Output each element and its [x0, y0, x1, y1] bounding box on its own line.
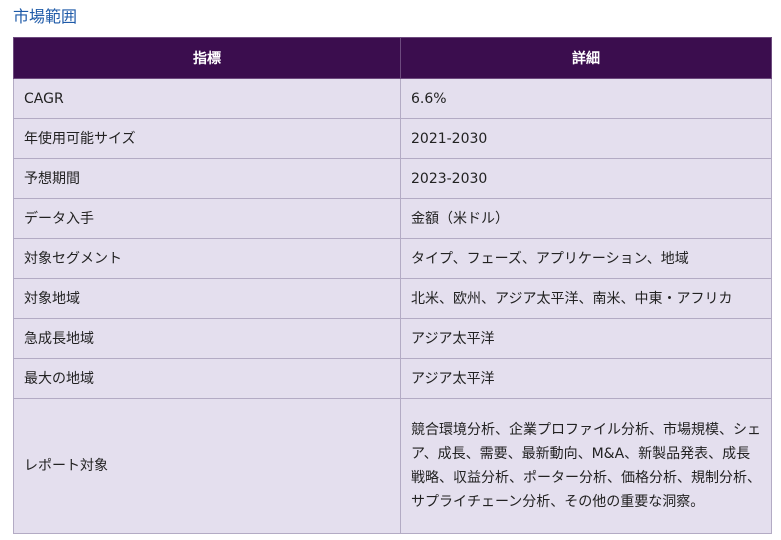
table-row: CAGR 6.6% [13, 78, 772, 119]
table-row: 最大の地域 アジア太平洋 [13, 358, 772, 399]
metric-cell: 対象セグメント [13, 238, 401, 279]
metric-cell: 最大の地域 [13, 358, 401, 399]
table-row: 予想期間 2023-2030 [13, 158, 772, 199]
table-row: 対象地域 北米、欧州、アジア太平洋、南米、中東・アフリカ [13, 278, 772, 319]
detail-cell: 金額（米ドル） [400, 198, 772, 239]
detail-cell: 2021-2030 [400, 118, 772, 159]
detail-cell: 競合環境分析、企業プロファイル分析、市場規模、シェア、成長、需要、最新動向、M&… [400, 398, 772, 534]
metric-cell: レポート対象 [13, 398, 401, 534]
detail-cell: タイプ、フェーズ、アプリケーション、地域 [400, 238, 772, 279]
metric-cell: データ入手 [13, 198, 401, 239]
detail-cell: 2023-2030 [400, 158, 772, 199]
table-row: 年使用可能サイズ 2021-2030 [13, 118, 772, 159]
detail-cell: 北米、欧州、アジア太平洋、南米、中東・アフリカ [400, 278, 772, 319]
table-row: レポート対象 競合環境分析、企業プロファイル分析、市場規模、シェア、成長、需要、… [13, 398, 772, 534]
detail-cell: アジア太平洋 [400, 318, 772, 359]
table-row: データ入手 金額（米ドル） [13, 198, 772, 239]
metric-cell: 年使用可能サイズ [13, 118, 401, 159]
market-scope-table: 指標 詳細 CAGR 6.6% 年使用可能サイズ 2021-2030 予想期間 … [13, 37, 772, 534]
table-header-row: 指標 詳細 [13, 37, 772, 79]
header-metric: 指標 [13, 37, 401, 79]
section-title: 市場範囲 [13, 7, 78, 26]
table-row: 対象セグメント タイプ、フェーズ、アプリケーション、地域 [13, 238, 772, 279]
metric-cell: 急成長地域 [13, 318, 401, 359]
metric-cell: 対象地域 [13, 278, 401, 319]
header-detail: 詳細 [400, 37, 772, 79]
metric-cell: 予想期間 [13, 158, 401, 199]
table-row: 急成長地域 アジア太平洋 [13, 318, 772, 359]
detail-cell: 6.6% [400, 78, 772, 119]
detail-cell: アジア太平洋 [400, 358, 772, 399]
metric-cell: CAGR [13, 78, 401, 119]
